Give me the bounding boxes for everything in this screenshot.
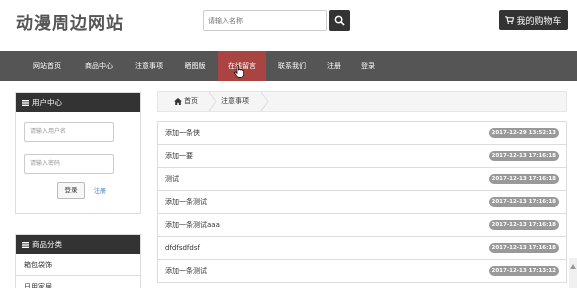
search-icon: [334, 15, 345, 26]
message-title[interactable]: 添加一条测试: [165, 260, 207, 282]
message-title[interactable]: 测试: [165, 168, 179, 190]
nav-products[interactable]: 商品中心: [74, 51, 124, 81]
category-item[interactable]: 日用家居: [16, 276, 140, 288]
cart-button[interactable]: 我的购物车: [499, 10, 568, 30]
register-link[interactable]: 注册: [94, 186, 106, 195]
message-title[interactable]: 添加一条侠: [165, 122, 200, 144]
user-center-panel: 用户中心 请输入用户名 请输入密码 登录 注册: [15, 92, 141, 214]
breadcrumb-current: 注意事项: [221, 97, 249, 105]
list-item[interactable]: 添加一条测试aaa 2017-12-13 17:16:18: [157, 214, 567, 237]
main-nav: 网站首页 商品中心 注意事项 晒图版 在线留言 联系我们 注册 登录: [0, 51, 577, 81]
date-badge: 2017-12-13 17:13:12: [488, 266, 559, 276]
category-title: 商品分类: [32, 240, 62, 249]
date-badge: 2017-12-29 13:52:13: [488, 128, 559, 138]
nav-home[interactable]: 网站首页: [22, 51, 72, 81]
site-header: 动漫周边网站 我的购物车: [0, 0, 577, 50]
breadcrumb-home[interactable]: 首页: [174, 92, 198, 111]
date-badge: 2017-12-13 17:16:18: [488, 197, 559, 207]
search-button[interactable]: [329, 10, 350, 31]
breadcrumb-home-label: 首页: [184, 97, 198, 105]
list-icon: [22, 241, 29, 248]
category-header: 商品分类: [16, 235, 140, 254]
date-badge: 2017-12-13 17:16:18: [488, 243, 559, 253]
list-item[interactable]: 添加一条测试 2017-12-13 17:13:12: [157, 260, 567, 283]
list-item[interactable]: 添加一条侠 2017-12-29 13:52:13: [157, 122, 567, 145]
date-badge: 2017-12-13 17:16:18: [488, 220, 559, 230]
nav-login[interactable]: 登录: [352, 51, 384, 81]
list-item[interactable]: 添加一条测试 2017-12-13 17:16:18: [157, 191, 567, 214]
message-title[interactable]: 添加一条测试: [165, 191, 207, 213]
cart-label: 我的购物车: [516, 16, 562, 27]
site-logo[interactable]: 动漫周边网站: [16, 9, 124, 34]
home-icon: [174, 98, 182, 105]
hand-cursor-icon: [234, 65, 244, 78]
breadcrumb-separator-icon: [261, 92, 269, 111]
nav-notices[interactable]: 注意事项: [126, 51, 172, 81]
scroll-up-arrow-icon: [570, 264, 576, 269]
cart-icon: [505, 16, 515, 24]
message-title[interactable]: 添加一条测试aaa: [165, 214, 220, 236]
password-input[interactable]: 请输入密码: [24, 154, 114, 174]
login-button[interactable]: 登录: [57, 182, 85, 199]
nav-gallery[interactable]: 晒图版: [174, 51, 216, 81]
search-input[interactable]: [203, 10, 327, 31]
date-badge: 2017-12-13 17:16:18: [488, 151, 559, 161]
list-item[interactable]: 添加一要 2017-12-13 17:16:18: [157, 145, 567, 168]
nav-contact[interactable]: 联系我们: [270, 51, 314, 81]
category-item[interactable]: 箱包袋饰: [16, 254, 140, 276]
list-icon: [22, 99, 29, 106]
message-list: 添加一条侠 2017-12-29 13:52:13 添加一要 2017-12-1…: [157, 121, 567, 283]
list-item[interactable]: 测试 2017-12-13 17:16:18: [157, 168, 567, 191]
message-title[interactable]: 添加一要: [165, 145, 193, 167]
category-panel: 商品分类 箱包袋饰 日用家居: [15, 234, 141, 288]
nav-register[interactable]: 注册: [318, 51, 350, 81]
user-center-header: 用户中心: [16, 93, 140, 112]
username-input[interactable]: 请输入用户名: [24, 122, 114, 142]
list-item[interactable]: dfdfsdfdsf 2017-12-13 17:16:18: [157, 237, 567, 260]
breadcrumb-separator-icon: [209, 92, 217, 111]
scrollbar[interactable]: [569, 258, 577, 288]
date-badge: 2017-12-13 17:16:18: [488, 174, 559, 184]
message-title[interactable]: dfdfsdfdsf: [165, 237, 200, 259]
breadcrumb: 首页 注意事项: [157, 91, 567, 112]
user-center-title: 用户中心: [32, 98, 62, 107]
